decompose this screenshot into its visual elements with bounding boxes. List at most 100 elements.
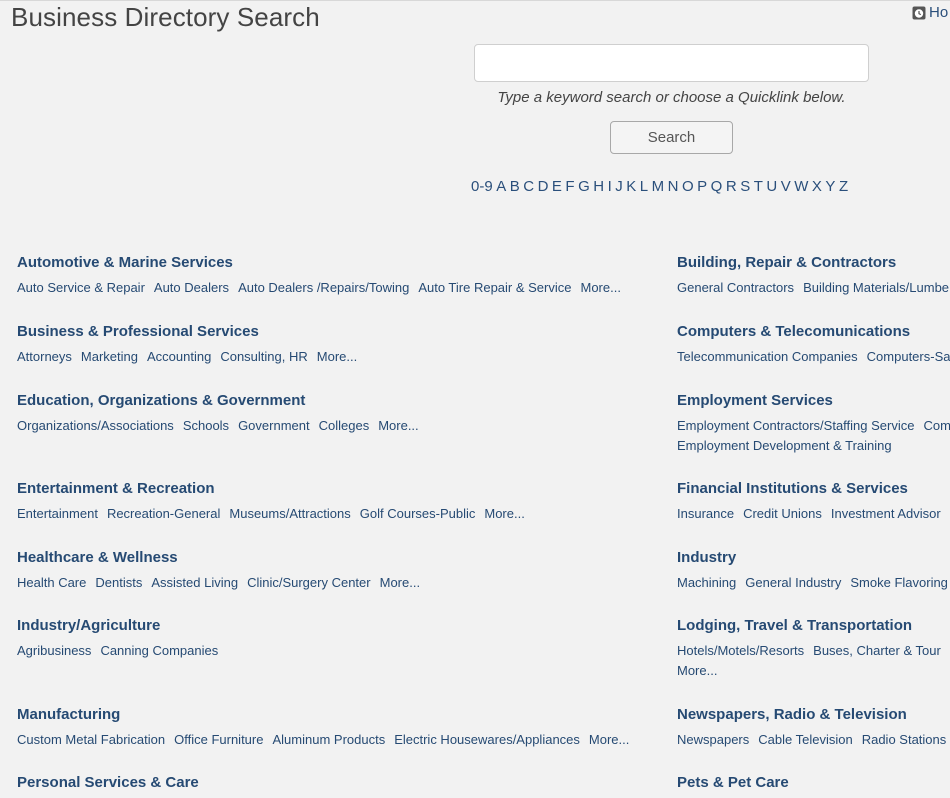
quicklink[interactable]: Government: [238, 418, 310, 433]
category-title[interactable]: Financial Institutions & Services: [677, 480, 950, 500]
quicklink[interactable]: Dentists: [95, 575, 142, 590]
category-title[interactable]: Automotive & Marine Services: [17, 254, 630, 274]
hours-link[interactable]: Ho: [912, 4, 948, 21]
alpha-link-g[interactable]: G: [578, 178, 590, 195]
quicklink[interactable]: Assisted Living: [151, 575, 238, 590]
quicklink[interactable]: Com: [923, 418, 950, 433]
quicklink[interactable]: Schools: [183, 418, 229, 433]
quicklink[interactable]: Custom Metal Fabrication: [17, 732, 165, 747]
more-link[interactable]: More...: [380, 575, 420, 590]
quicklink[interactable]: Museums/Attractions: [229, 506, 350, 521]
category-title[interactable]: Pets & Pet Care: [677, 774, 789, 794]
quicklink[interactable]: Telecommunication Companies: [677, 349, 858, 364]
quicklink[interactable]: Auto Dealers: [154, 280, 229, 295]
quicklink[interactable]: Consulting, HR: [220, 349, 307, 364]
alpha-link-o[interactable]: O: [682, 178, 694, 195]
quicklink[interactable]: Building Materials/Lumbe: [803, 280, 949, 295]
quicklink[interactable]: Employment Development & Training: [677, 438, 892, 453]
alpha-link-j[interactable]: J: [615, 178, 623, 195]
category-title[interactable]: Education, Organizations & Government: [17, 392, 428, 412]
search-button[interactable]: Search: [610, 121, 733, 154]
category-title[interactable]: Employment Services: [677, 392, 950, 412]
quicklink[interactable]: Entertainment: [17, 506, 98, 521]
quicklink[interactable]: Cable Television: [758, 732, 852, 747]
category-title[interactable]: Newspapers, Radio & Television: [677, 706, 950, 726]
quicklink[interactable]: Credit Unions: [743, 506, 822, 521]
more-link[interactable]: More...: [484, 506, 524, 521]
quicklink[interactable]: Insurance: [677, 506, 734, 521]
alpha-link-n[interactable]: N: [668, 178, 679, 195]
alpha-link-w[interactable]: W: [794, 178, 808, 195]
quicklink[interactable]: Accounting: [147, 349, 211, 364]
quicklink[interactable]: Employment Contractors/Staffing Service: [677, 418, 914, 433]
quicklink[interactable]: Radio Stations: [862, 732, 947, 747]
alpha-link-0-9[interactable]: 0-9: [471, 178, 493, 195]
alpha-link-k[interactable]: K: [626, 178, 636, 195]
category-industry-agriculture: Industry/Agriculture Agribusiness Canning …: [17, 617, 227, 661]
quicklink[interactable]: Buses, Charter & Tour: [813, 643, 941, 658]
alpha-link-a[interactable]: A: [496, 178, 506, 195]
quicklink[interactable]: Marketing: [81, 349, 138, 364]
quicklink[interactable]: Electric Housewares/Appliances: [394, 732, 580, 747]
quicklink[interactable]: Hotels/Motels/Resorts: [677, 643, 804, 658]
alpha-link-e[interactable]: E: [552, 178, 562, 195]
alpha-link-y[interactable]: Y: [825, 178, 835, 195]
alpha-link-i[interactable]: I: [608, 178, 612, 195]
more-link[interactable]: More...: [677, 663, 717, 678]
quicklink[interactable]: Auto Dealers /Repairs/Towing: [238, 280, 409, 295]
category-title[interactable]: Industry/Agriculture: [17, 617, 227, 637]
quicklink[interactable]: Health Care: [17, 575, 86, 590]
quicklink[interactable]: General Industry: [745, 575, 841, 590]
quicklink[interactable]: Organizations/Associations: [17, 418, 174, 433]
alpha-link-m[interactable]: M: [652, 178, 665, 195]
category-title[interactable]: Business & Professional Services: [17, 323, 366, 343]
category-business-professional-services: Business & Professional Services Attorney…: [17, 323, 366, 367]
quicklink[interactable]: Office Furniture: [174, 732, 263, 747]
category-title[interactable]: Building, Repair & Contractors: [677, 254, 950, 274]
category-title[interactable]: Personal Services & Care: [17, 774, 199, 794]
category-title[interactable]: Computers & Telecomunications: [677, 323, 950, 343]
alpha-link-h[interactable]: H: [593, 178, 604, 195]
quicklink[interactable]: Recreation-General: [107, 506, 220, 521]
quicklink[interactable]: Canning Companies: [100, 643, 218, 658]
alpha-link-c[interactable]: C: [523, 178, 534, 195]
alpha-link-r[interactable]: R: [726, 178, 737, 195]
alpha-link-b[interactable]: B: [510, 178, 520, 195]
alpha-link-d[interactable]: D: [538, 178, 549, 195]
quicklink[interactable]: Clinic/Surgery Center: [247, 575, 371, 590]
alpha-link-p[interactable]: P: [697, 178, 707, 195]
quicklink[interactable]: Machining: [677, 575, 736, 590]
category-title[interactable]: Healthcare & Wellness: [17, 549, 429, 569]
category-title[interactable]: Lodging, Travel & Transportation: [677, 617, 950, 637]
quicklink[interactable]: Newspapers: [677, 732, 749, 747]
alpha-link-s[interactable]: S: [740, 178, 750, 195]
alpha-link-u[interactable]: U: [766, 178, 777, 195]
category-title[interactable]: Manufacturing: [17, 706, 638, 726]
category-title[interactable]: Industry: [677, 549, 950, 569]
category-links: Custom Metal Fabrication Office Furniture…: [17, 730, 638, 750]
quicklink[interactable]: Auto Service & Repair: [17, 280, 145, 295]
alpha-link-v[interactable]: V: [781, 178, 791, 195]
more-link[interactable]: More...: [581, 280, 621, 295]
quicklink[interactable]: Agribusiness: [17, 643, 91, 658]
quicklink[interactable]: Computers-Sa: [867, 349, 950, 364]
alpha-link-l[interactable]: L: [640, 178, 648, 195]
alpha-link-f[interactable]: F: [565, 178, 574, 195]
quicklink[interactable]: Golf Courses-Public: [360, 506, 476, 521]
alpha-link-z[interactable]: Z: [839, 178, 848, 195]
alpha-link-x[interactable]: X: [812, 178, 822, 195]
more-link[interactable]: More...: [317, 349, 357, 364]
more-link[interactable]: More...: [589, 732, 629, 747]
quicklink[interactable]: Aluminum Products: [272, 732, 385, 747]
alpha-link-t[interactable]: T: [754, 178, 763, 195]
category-title[interactable]: Entertainment & Recreation: [17, 480, 534, 500]
search-input[interactable]: [474, 44, 869, 82]
quicklink[interactable]: Attorneys: [17, 349, 72, 364]
quicklink[interactable]: Colleges: [319, 418, 370, 433]
more-link[interactable]: More...: [378, 418, 418, 433]
quicklink[interactable]: Investment Advisor: [831, 506, 941, 521]
quicklink[interactable]: General Contractors: [677, 280, 794, 295]
alpha-link-q[interactable]: Q: [711, 178, 723, 195]
quicklink[interactable]: Auto Tire Repair & Service: [418, 280, 571, 295]
quicklink[interactable]: Smoke Flavoring: [850, 575, 948, 590]
